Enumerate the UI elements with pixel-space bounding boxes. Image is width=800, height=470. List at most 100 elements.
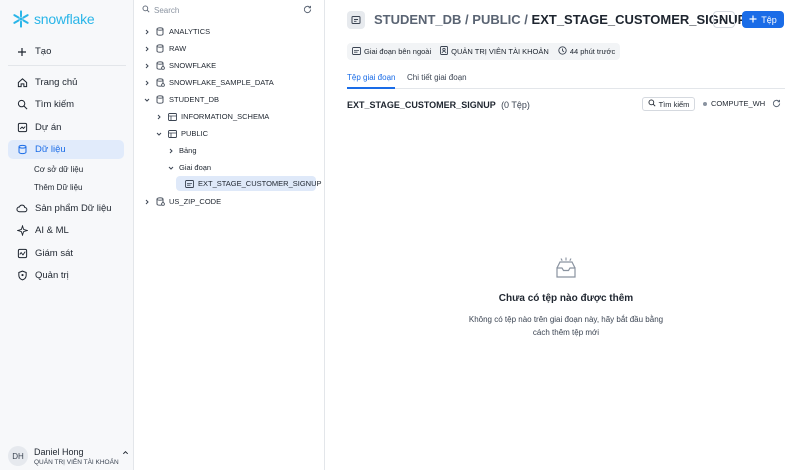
shared-database-icon: [155, 78, 165, 87]
tree-node-database[interactable]: ANALYTICS: [142, 24, 210, 39]
files-title: EXT_STAGE_CUSTOMER_SIGNUP: [347, 100, 496, 110]
tree-node-label: Giai đoạn: [179, 163, 212, 172]
home-icon: [16, 77, 28, 89]
tree-node-label: RAW: [169, 44, 187, 53]
chevron-right-icon: [142, 63, 152, 69]
object-explorer: Search ANALYTICS RAW SNOWFLAKE SNOWFLAKE…: [134, 0, 325, 470]
create-label: Tạo: [35, 46, 52, 57]
create-button[interactable]: Tạo: [8, 42, 124, 61]
nav-item-data-products[interactable]: Sản phẩm Dữ liệu: [8, 199, 124, 218]
tree-node-label: SNOWFLAKE_SAMPLE_DATA: [169, 78, 274, 87]
schema-icon: [167, 112, 177, 121]
nav-item-admin[interactable]: Quản trị: [8, 266, 124, 285]
snowflake-logo[interactable]: snowflake: [12, 10, 95, 28]
tree-node-stages[interactable]: Giai đoạn: [166, 160, 211, 175]
nav-item-monitoring[interactable]: Giám sát: [8, 244, 124, 263]
tree-search-placeholder: Search: [154, 5, 180, 15]
time-chip: 44 phút trước: [558, 46, 615, 57]
breadcrumb-database[interactable]: STUDENT_DB: [374, 12, 461, 27]
tree-node-database[interactable]: SNOWFLAKE_SAMPLE_DATA: [142, 75, 274, 90]
nav-item-data[interactable]: Dữ liệu: [8, 140, 124, 159]
cloud-icon: [16, 203, 28, 215]
files-header: EXT_STAGE_CUSTOMER_SIGNUP (0 Tệp): [347, 100, 530, 110]
stage-metadata: Giai đoạn bên ngoài QUẢN TRỊ VIÊN TÀI KH…: [347, 43, 621, 60]
more-options-button[interactable]: ···: [713, 11, 735, 28]
chevron-up-icon: [122, 448, 129, 458]
chevron-down-icon: [166, 165, 176, 171]
projects-icon: [16, 122, 28, 134]
nav-item-label: Trang chủ: [35, 77, 78, 88]
owner-label: QUẢN TRỊ VIÊN TÀI KHOẢN: [451, 47, 549, 56]
add-file-button[interactable]: Tệp: [742, 11, 784, 28]
search-files-button[interactable]: Tìm kiếm: [642, 97, 695, 111]
tree-node-stage-selected[interactable]: EXT_STAGE_CUSTOMER_SIGNUP: [176, 176, 322, 191]
chevron-right-icon: [142, 29, 152, 35]
snowflake-logo-icon: [13, 10, 29, 28]
user-role: QUẢN TRỊ VIÊN TÀI KHOẢN: [34, 458, 119, 466]
database-icon: [16, 144, 28, 156]
nav-item-label: Dự án: [35, 122, 62, 133]
user-menu[interactable]: DH Daniel Hong QUẢN TRỊ VIÊN TÀI KHOẢN: [8, 446, 129, 466]
nav-item-label: Tìm kiếm: [35, 99, 75, 110]
shared-database-icon: [155, 197, 165, 206]
tree-node-schema[interactable]: INFORMATION_SCHEMA: [154, 109, 269, 124]
search-icon: [648, 99, 656, 109]
nav-item-home[interactable]: Trang chủ: [8, 73, 124, 92]
tree-node-schema[interactable]: PUBLIC: [154, 126, 208, 141]
more-icon: ···: [720, 14, 728, 25]
empty-box-icon: [553, 256, 579, 284]
breadcrumb-schema[interactable]: PUBLIC: [472, 12, 520, 27]
search-files-label: Tìm kiếm: [658, 99, 690, 109]
refresh-icon[interactable]: [772, 99, 781, 110]
chevron-right-icon: [142, 80, 152, 86]
stage-icon: [352, 46, 361, 57]
tree-node-label: Bảng: [179, 146, 197, 155]
schema-icon: [167, 129, 177, 138]
plus-icon: [749, 15, 757, 25]
owner-chip: QUẢN TRỊ VIÊN TÀI KHOẢN: [440, 46, 549, 57]
chevron-down-icon: [154, 131, 164, 137]
tree-node-tables[interactable]: Bảng: [166, 143, 197, 158]
nav-item-projects[interactable]: Dự án: [8, 118, 124, 137]
nav-item-label: Quản trị: [35, 270, 69, 281]
tree-node-database[interactable]: US_ZIP_CODE: [142, 194, 221, 209]
chevron-right-icon: [142, 199, 152, 205]
nav-sub-databases[interactable]: Cơ sở dữ liệu: [34, 165, 83, 174]
nav-item-label: Sản phẩm Dữ liệu: [35, 203, 112, 214]
tree-search[interactable]: Search: [142, 5, 179, 15]
nav-sub-add-data[interactable]: Thêm Dữ liệu: [34, 183, 82, 192]
time-label: 44 phút trước: [569, 47, 616, 56]
database-icon: [155, 95, 165, 104]
clock-icon: [558, 46, 567, 57]
shared-database-icon: [155, 61, 165, 70]
tree-node-database[interactable]: STUDENT_DB: [142, 92, 219, 107]
search-icon: [16, 99, 28, 111]
stage-type-chip: Giai đoạn bên ngoài: [352, 46, 432, 57]
nav-item-label: Giám sát: [35, 248, 74, 259]
nav-item-search[interactable]: Tìm kiếm: [8, 95, 124, 114]
warehouse-name: COMPUTE_WH: [711, 99, 766, 108]
left-nav: snowflake Tạo Trang chủ Tìm kiếm Dự án D…: [0, 0, 134, 470]
tab-bar: Tệp giai đoạn Chi tiết giai đoạn: [347, 69, 785, 89]
tree-node-database[interactable]: SNOWFLAKE: [142, 58, 216, 73]
refresh-icon[interactable]: [303, 5, 312, 16]
files-count: (0 Tệp): [501, 100, 530, 110]
user-name: Daniel Hong: [34, 446, 84, 457]
nav-item-label: AI & ML: [35, 225, 69, 236]
tree-node-label: PUBLIC: [181, 129, 209, 138]
tree-node-label: STUDENT_DB: [169, 95, 220, 104]
stage-type-label: Giai đoạn bên ngoài: [364, 47, 432, 56]
chevron-right-icon: [154, 114, 164, 120]
tab-stage-files[interactable]: Tệp giai đoạn: [347, 73, 396, 89]
chevron-right-icon: [142, 46, 152, 52]
chevron-down-icon: [142, 97, 152, 103]
warehouse-selector[interactable]: COMPUTE_WH: [703, 99, 765, 108]
shield-icon: [16, 270, 28, 282]
nav-item-ai-ml[interactable]: AI & ML: [8, 221, 124, 240]
warehouse-status-dot: [703, 101, 707, 106]
tab-stage-details[interactable]: Chi tiết giai đoạn: [407, 73, 467, 89]
tree-node-database[interactable]: RAW: [142, 41, 186, 56]
search-icon: [142, 5, 150, 15]
empty-state-description: Không có tệp nào trên giai đoạn này, hãy…: [468, 315, 664, 337]
database-icon: [155, 27, 165, 36]
